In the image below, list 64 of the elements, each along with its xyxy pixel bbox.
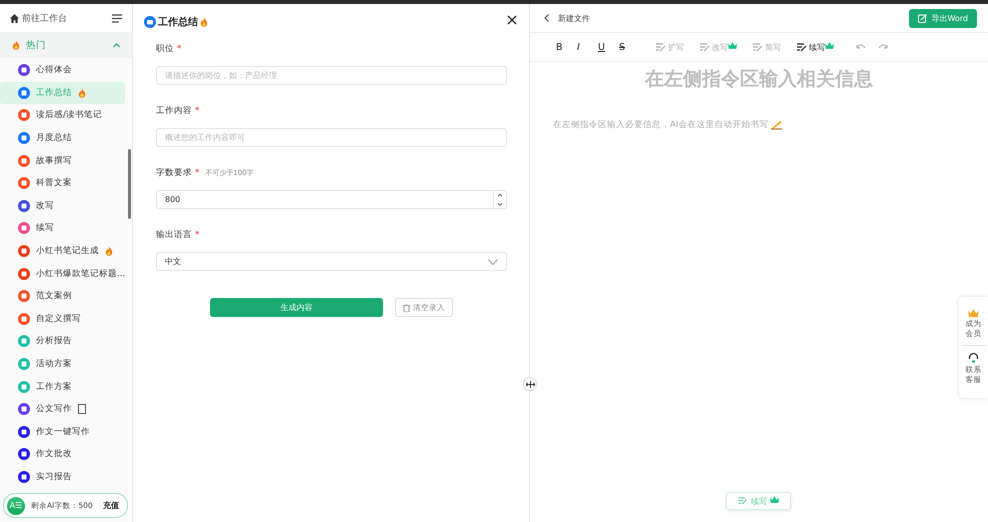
format-button[interactable]: I: [577, 42, 598, 52]
sidebar-item[interactable]: 心得体会: [0, 59, 125, 82]
pen-lines-icon: [738, 497, 748, 505]
crown-icon: [968, 309, 979, 317]
file-name: 新建文件: [558, 12, 590, 24]
trash-icon: [403, 304, 410, 312]
sidebar-item[interactable]: 活动方案: [0, 352, 125, 376]
briefcase-icon: [144, 16, 156, 28]
field-label: 字数要求: [156, 167, 192, 179]
sidebar-item[interactable]: 分析报告: [0, 330, 125, 353]
pencil-icon: [770, 120, 782, 130]
menu-icon[interactable]: [112, 14, 122, 22]
sidebar-item[interactable]: 公文写作: [0, 398, 125, 420]
edit-icon: [918, 14, 928, 22]
required-mark: *: [195, 230, 200, 240]
number-field[interactable]: 800: [156, 190, 507, 209]
crown-icon: [770, 496, 779, 503]
field-label: 输出语言: [156, 229, 192, 241]
format-button[interactable]: B: [556, 42, 577, 52]
pen-lines-icon: [700, 42, 710, 52]
sidebar-item[interactable]: 小红书笔记生成: [0, 240, 125, 262]
required-mark: *: [195, 168, 200, 178]
ai-tool-button[interactable]: 续写: [797, 42, 825, 52]
crown-icon: [728, 42, 737, 49]
chevron-down-icon: [488, 258, 498, 264]
flame-icon: [105, 246, 113, 256]
sidebar-item[interactable]: 读后感/读书笔记: [0, 104, 125, 127]
sidebar-item[interactable]: 自定义撰写: [0, 308, 125, 330]
fire-icon: [12, 40, 20, 50]
sidebar-item[interactable]: 科普文案: [0, 172, 125, 195]
sidebar-item[interactable]: 月度总结: [0, 126, 125, 150]
close-icon[interactable]: [507, 15, 517, 25]
required-mark: *: [195, 106, 200, 116]
sidebar-item[interactable]: 故事撰写: [0, 149, 125, 172]
group-label: 热门: [26, 38, 46, 52]
sidebar-item[interactable]: 续写: [0, 217, 125, 240]
format-button[interactable]: U: [598, 42, 619, 52]
form-title: 工作总结: [158, 16, 198, 29]
sidebar-item[interactable]: 改写: [0, 194, 125, 218]
pen-lines-icon: [656, 42, 666, 52]
pen-lines-icon: [797, 42, 807, 52]
field-label: 工作内容: [156, 105, 192, 117]
flame-icon: [200, 17, 208, 27]
resize-handle[interactable]: [523, 377, 537, 391]
crown-icon: [825, 42, 834, 49]
headset-icon: [968, 352, 979, 364]
pen-lines-icon: [753, 42, 763, 52]
back-icon[interactable]: [544, 14, 549, 22]
home-link[interactable]: 前往工作台: [22, 12, 67, 24]
language-select[interactable]: 中文: [156, 252, 507, 271]
avatar: A☰: [7, 496, 25, 514]
recharge-link[interactable]: 充值: [103, 500, 119, 511]
format-button[interactable]: S: [619, 42, 640, 52]
sidebar-item[interactable]: 工作方案: [0, 375, 125, 398]
sidebar-item[interactable]: 作文批改: [0, 443, 125, 466]
sidebar-item[interactable]: 作文一键写作: [0, 420, 125, 444]
sidebar-item[interactable]: 小红书爆款笔记标题...: [0, 262, 125, 285]
sidebar-item[interactable]: 范文案例: [0, 284, 125, 308]
required-mark: *: [177, 44, 182, 54]
flame-icon: [78, 88, 86, 98]
home-icon[interactable]: [10, 14, 19, 22]
editor-heading: 在左侧指令区输入相关信息: [644, 67, 874, 92]
sidebar-item[interactable]: 实习报告: [0, 466, 125, 488]
field-label: 职位: [156, 43, 174, 55]
